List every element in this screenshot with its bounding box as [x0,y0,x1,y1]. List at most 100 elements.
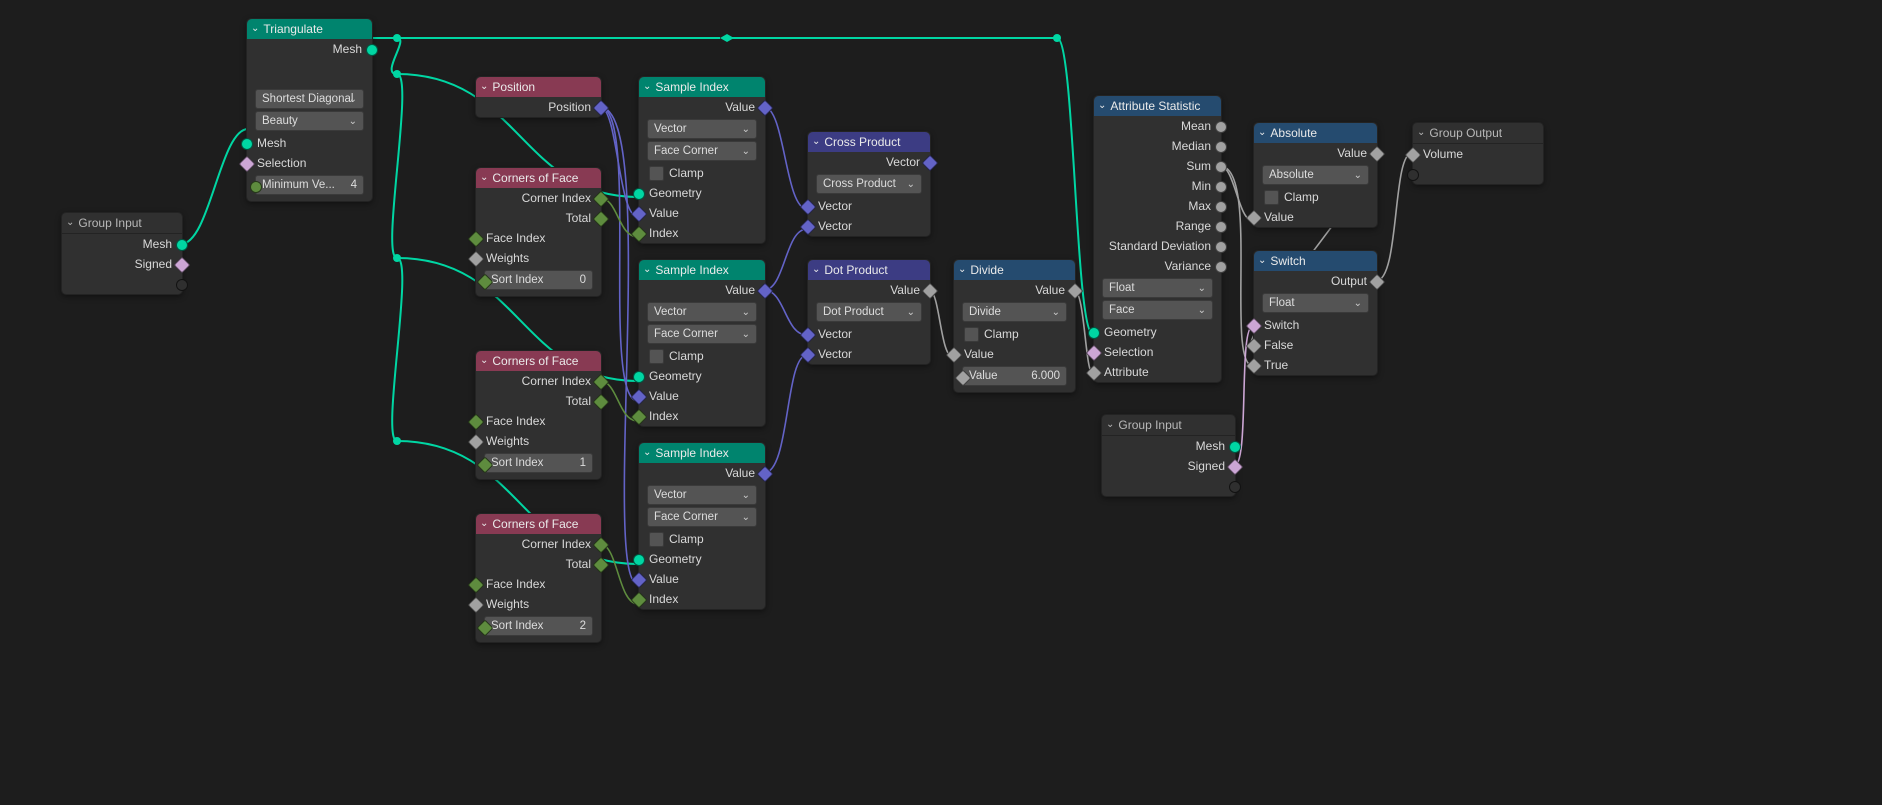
node-header[interactable]: ⌄Dot Product [808,260,930,280]
node-corners-of-face-1[interactable]: ⌄Corners of Face Corner Index Total Face… [475,350,602,480]
socket-false-in[interactable]: False [1254,335,1377,355]
checkbox-clamp[interactable]: Clamp [639,163,765,183]
dropdown-operation[interactable]: Divide⌄ [962,302,1067,322]
socket-selection-in[interactable]: Selection [1094,342,1221,362]
node-header[interactable]: ⌄Sample Index [639,443,765,463]
socket-range-out[interactable]: Range [1094,216,1221,236]
dropdown-type[interactable]: Float⌄ [1262,293,1369,313]
node-dot-product[interactable]: ⌄Dot Product Value Dot Product⌄ Vector V… [807,259,931,365]
socket-position-out[interactable]: Position [476,97,601,117]
socket-signed-out[interactable]: Signed [1102,456,1235,476]
node-header[interactable]: ⌄Corners of Face [476,168,601,188]
node-corners-of-face-0[interactable]: ⌄Corners of Face Corner Index Total Face… [475,167,602,297]
socket-total-out[interactable]: Total [476,554,601,574]
socket-total-out[interactable]: Total [476,208,601,228]
node-header[interactable]: ⌄Triangulate [247,19,372,39]
socket-value-in[interactable]: Value [954,344,1075,364]
field-sort-index[interactable]: Sort Index0 [484,270,593,290]
node-header[interactable]: ⌄Corners of Face [476,351,601,371]
socket-vector-in-b[interactable]: Vector [808,216,930,236]
socket-face-index-in[interactable]: Face Index [476,574,601,594]
node-group-input[interactable]: ⌄Group Input Mesh Signed [61,212,183,295]
socket-value-in[interactable]: Value [1254,207,1377,227]
socket-value-out[interactable]: Value [954,280,1075,300]
node-header[interactable]: ⌄Absolute [1254,123,1377,143]
socket-volume-in[interactable]: Volume [1413,144,1543,164]
socket-corner-index-out[interactable]: Corner Index [476,371,601,391]
node-sample-index-0[interactable]: ⌄Sample Index Value Vector⌄ Face Corner⌄… [638,76,766,244]
node-header[interactable]: ⌄Group Input [62,213,182,234]
node-absolute[interactable]: ⌄Absolute Value Absolute⌄ Clamp Value [1253,122,1378,228]
node-header[interactable]: ⌄Group Output [1413,123,1543,144]
node-attribute-statistic[interactable]: ⌄Attribute Statistic Mean Median Sum Min… [1093,95,1222,383]
socket-value-out[interactable]: Value [639,97,765,117]
socket-min-out[interactable]: Min [1094,176,1221,196]
dropdown-domain[interactable]: Face Corner⌄ [647,507,757,527]
socket-value-out[interactable]: Value [808,280,930,300]
node-header[interactable]: ⌄Sample Index [639,260,765,280]
socket-vector-in-a[interactable]: Vector [808,324,930,344]
dropdown-domain[interactable]: Face⌄ [1102,300,1213,320]
socket-value-out[interactable]: Value [639,280,765,300]
socket-geometry-in[interactable]: Geometry [639,549,765,569]
dropdown-quad-method[interactable]: Shortest Diagonal⌄ [255,89,364,109]
socket-true-in[interactable]: True [1254,355,1377,375]
field-minimum-vertices[interactable]: Minimum Ve...4 [255,175,364,195]
socket-mesh-out[interactable]: Mesh [1102,436,1235,456]
socket-sum-out[interactable]: Sum [1094,156,1221,176]
socket-geometry-in[interactable]: Geometry [1094,322,1221,342]
socket-median-out[interactable]: Median [1094,136,1221,156]
node-header[interactable]: ⌄Corners of Face [476,514,601,534]
socket-stddev-out[interactable]: Standard Deviation [1094,236,1221,256]
field-sort-index[interactable]: Sort Index1 [484,453,593,473]
socket-mesh-out[interactable]: Mesh [62,234,182,254]
field-value-constant[interactable]: Value6.000 [962,366,1067,386]
socket-vector-in-a[interactable]: Vector [808,196,930,216]
node-divide[interactable]: ⌄Divide Value Divide⌄ Clamp Value Value6… [953,259,1076,393]
dropdown-operation[interactable]: Dot Product⌄ [816,302,922,322]
node-cross-product[interactable]: ⌄Cross Product Vector Cross Product⌄ Vec… [807,131,931,237]
node-header[interactable]: ⌄Sample Index [639,77,765,97]
socket-vector-in-b[interactable]: Vector [808,344,930,364]
socket-mesh-out[interactable]: Mesh [247,39,372,59]
node-header[interactable]: ⌄Position [476,77,601,97]
dropdown-operation[interactable]: Cross Product⌄ [816,174,922,194]
socket-selection-in[interactable]: Selection [247,153,372,173]
socket-geometry-in[interactable]: Geometry [639,366,765,386]
dropdown-operation[interactable]: Absolute⌄ [1262,165,1369,185]
dropdown-data-type[interactable]: Float⌄ [1102,278,1213,298]
socket-index-in[interactable]: Index [639,406,765,426]
socket-variance-out[interactable]: Variance [1094,256,1221,276]
node-header[interactable]: ⌄Attribute Statistic [1094,96,1221,116]
socket-weights-in[interactable]: Weights [476,431,601,451]
node-sample-index-2[interactable]: ⌄Sample Index Value Vector⌄ Face Corner⌄… [638,442,766,610]
checkbox-clamp[interactable]: Clamp [954,324,1075,344]
socket-total-out[interactable]: Total [476,391,601,411]
dropdown-domain[interactable]: Face Corner⌄ [647,324,757,344]
node-header[interactable]: ⌄Divide [954,260,1075,280]
socket-index-in[interactable]: Index [639,223,765,243]
socket-max-out[interactable]: Max [1094,196,1221,216]
socket-switch-in[interactable]: Switch [1254,315,1377,335]
socket-mean-out[interactable]: Mean [1094,116,1221,136]
node-header[interactable]: ⌄Group Input [1102,415,1235,436]
socket-signed-out[interactable]: Signed [62,254,182,274]
socket-geometry-in[interactable]: Geometry [639,183,765,203]
dropdown-data-type[interactable]: Vector⌄ [647,302,757,322]
socket-value-in[interactable]: Value [639,569,765,589]
dropdown-ngon-method[interactable]: Beauty⌄ [255,111,364,131]
checkbox-clamp[interactable]: Clamp [1254,187,1377,207]
node-group-output[interactable]: ⌄Group Output Volume [1412,122,1544,185]
socket-index-in[interactable]: Index [639,589,765,609]
node-group-input-2[interactable]: ⌄Group Input Mesh Signed [1101,414,1236,497]
socket-face-index-in[interactable]: Face Index [476,411,601,431]
socket-vector-out[interactable]: Vector [808,152,930,172]
socket-corner-index-out[interactable]: Corner Index [476,534,601,554]
node-header[interactable]: ⌄Cross Product [808,132,930,152]
socket-value-out[interactable]: Value [639,463,765,483]
socket-output-out[interactable]: Output [1254,271,1377,291]
socket-value-out[interactable]: Value [1254,143,1377,163]
socket-weights-in[interactable]: Weights [476,594,601,614]
node-triangulate[interactable]: ⌄Triangulate Mesh Shortest Diagonal⌄ Bea… [246,18,373,202]
dropdown-data-type[interactable]: Vector⌄ [647,485,757,505]
